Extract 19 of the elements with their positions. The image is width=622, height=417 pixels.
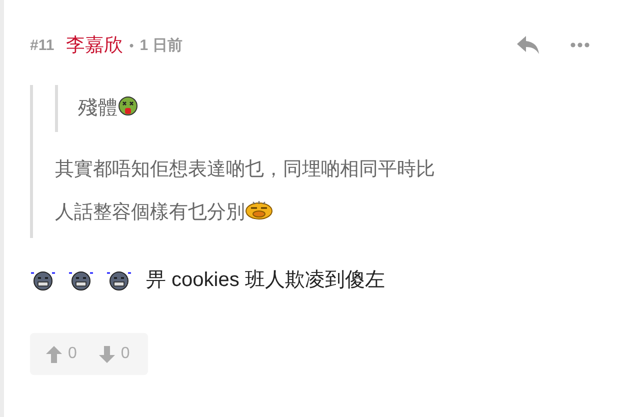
upvote-count: 0 bbox=[68, 345, 77, 363]
sick-face-icon bbox=[118, 96, 138, 116]
crying-face-icon bbox=[68, 268, 94, 290]
author-name[interactable]: 李嘉欣 bbox=[66, 32, 124, 58]
quote-text: 其實都唔知佢想表達啲乜，同埋啲相同平時比 bbox=[55, 159, 435, 180]
crying-face-icon bbox=[30, 268, 56, 290]
post-text: 畀 cookies 班人欺凌到傻左 bbox=[146, 268, 385, 293]
more-icon[interactable] bbox=[570, 42, 590, 48]
separator-dot: • bbox=[129, 38, 134, 52]
crying-face-icon bbox=[106, 268, 132, 290]
upvote-icon[interactable] bbox=[46, 346, 62, 362]
post-time: 1 日前 bbox=[140, 36, 182, 54]
reply-icon[interactable] bbox=[516, 35, 540, 55]
face-icon bbox=[245, 200, 273, 220]
quote-text: 人話整容個樣有乜分別 bbox=[55, 202, 245, 223]
downvote-count: 0 bbox=[120, 345, 130, 363]
downvote-icon[interactable] bbox=[98, 346, 115, 362]
quote-text: 殘體 bbox=[78, 97, 118, 119]
post-number: #11 bbox=[30, 36, 54, 54]
